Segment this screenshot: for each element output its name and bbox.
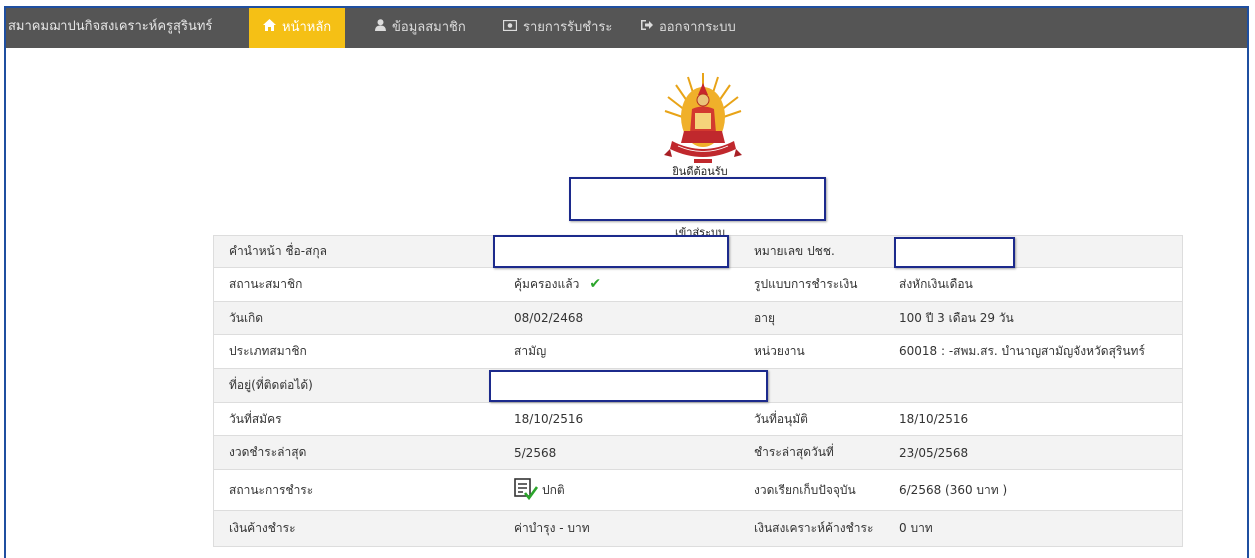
table-row: ประเภทสมาชิก สามัญ หน่วยงาน 60018 : -สพม…	[213, 334, 1183, 369]
member-status-value: คุ้มครองแล้ว	[514, 277, 580, 291]
user-icon	[375, 8, 386, 48]
nav-home[interactable]: หน้าหลัก	[249, 8, 346, 48]
redacted-fullname	[493, 235, 729, 268]
nav-member-info[interactable]: ข้อมูลสมาชิก	[375, 8, 466, 48]
redacted-id-number	[894, 237, 1015, 268]
row-value: 18/10/2516	[884, 402, 1183, 436]
table-row: วันเกิด 08/02/2468 อายุ 100 ปี 3 เดือน 2…	[213, 301, 1183, 335]
row-value: 0 บาท	[884, 510, 1183, 547]
row-value: ส่งหักเงินเดือน	[884, 267, 1183, 302]
row-label: รูปแบบการชำระเงิน	[739, 267, 884, 302]
row-label: ที่อยู่(ที่ติดต่อได้)	[213, 368, 499, 403]
row-label: สถานะการชำระ	[213, 469, 499, 511]
redacted-username	[569, 177, 826, 221]
row-value: 6/2568 (360 บาท )	[884, 469, 1183, 511]
row-value: 5/2568	[499, 435, 739, 470]
row-value: ปกติ	[499, 469, 739, 511]
association-logo	[664, 73, 742, 163]
row-value	[884, 368, 1183, 403]
navbar: สมาคมฌาปนกิจสงเคราะห์ครูสุรินทร์ หน้าหลั…	[6, 8, 1247, 48]
table-row: สถานะการชำระ ปกติ งวดเรียกเก็บปัจจุบัน 6…	[213, 469, 1183, 511]
row-value: ค่าบำรุง - บาท	[499, 510, 739, 547]
payment-status-value: ปกติ	[542, 482, 565, 497]
row-value: 100 ปี 3 เดือน 29 วัน	[884, 301, 1183, 335]
row-value: 60018 : -สพม.สร. บำนาญสามัญจังหวัดสุรินท…	[884, 334, 1183, 369]
redacted-address	[489, 370, 768, 402]
row-label: หน่วยงาน	[739, 334, 884, 369]
nav-logout[interactable]: ออกจากระบบ	[640, 8, 736, 48]
row-label: วันที่อนุมัติ	[739, 402, 884, 436]
row-label: หมายเลข ปชช.	[739, 235, 884, 268]
row-value: 08/02/2468	[499, 301, 739, 335]
money-icon	[502, 8, 518, 48]
row-label: เงินค้างชำระ	[213, 510, 499, 547]
row-label: คำนำหน้า ชื่อ-สกุล	[213, 235, 499, 268]
logout-icon	[640, 8, 653, 48]
row-label: สถานะสมาชิก	[213, 267, 499, 302]
check-icon: ✔	[589, 276, 602, 292]
nav-payments-label: รายการรับชำระ	[523, 20, 613, 35]
home-icon	[263, 8, 276, 48]
nav-logout-label: ออกจากระบบ	[659, 20, 736, 35]
payment-status-icon	[514, 477, 539, 503]
row-label: เงินสงเคราะห์ค้างชำระ	[739, 510, 884, 547]
row-label: วันเกิด	[213, 301, 499, 335]
row-value: คุ้มครองแล้ว ✔	[499, 267, 739, 302]
row-value: 18/10/2516	[499, 402, 739, 436]
brand-title[interactable]: สมาคมฌาปนกิจสงเคราะห์ครูสุรินทร์	[6, 8, 212, 48]
row-label: วันที่สมัคร	[213, 402, 499, 436]
row-value: 23/05/2568	[884, 435, 1183, 470]
table-row: สถานะสมาชิก คุ้มครองแล้ว ✔ รูปแบบการชำระเ…	[213, 267, 1183, 302]
nav-member-info-label: ข้อมูลสมาชิก	[392, 20, 466, 35]
table-row: เงินค้างชำระ ค่าบำรุง - บาท เงินสงเคราะห…	[213, 510, 1183, 547]
row-label: อายุ	[739, 301, 884, 335]
nav-payments[interactable]: รายการรับชำระ	[502, 8, 613, 48]
table-row: วันที่สมัคร 18/10/2516 วันที่อนุมัติ 18/…	[213, 402, 1183, 436]
row-label: ชำระล่าสุดวันที่	[739, 435, 884, 470]
row-label: งวดชำระล่าสุด	[213, 435, 499, 470]
table-row: งวดชำระล่าสุด 5/2568 ชำระล่าสุดวันที่ 23…	[213, 435, 1183, 470]
row-value: สามัญ	[499, 334, 739, 369]
nav-home-label: หน้าหลัก	[282, 20, 332, 35]
row-label: งวดเรียกเก็บปัจจุบัน	[739, 469, 884, 511]
row-label: ประเภทสมาชิก	[213, 334, 499, 369]
